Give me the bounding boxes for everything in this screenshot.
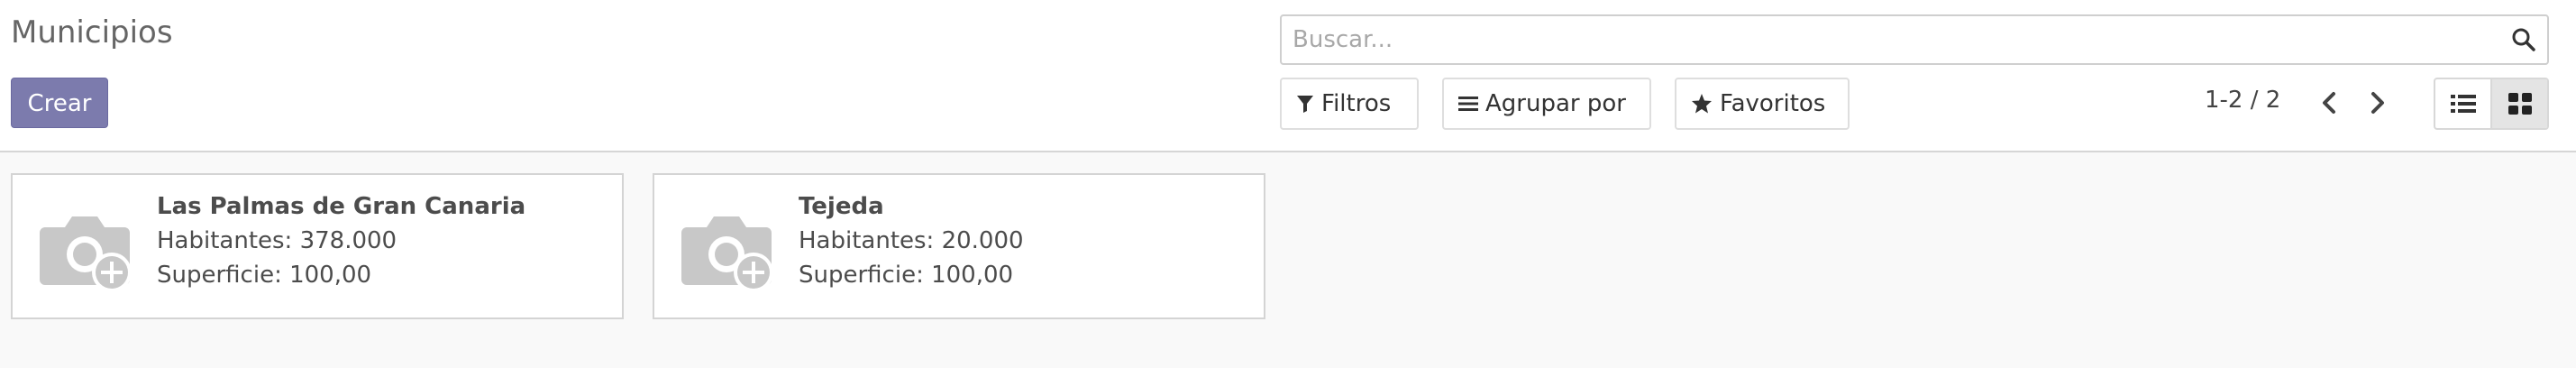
search-icon[interactable] — [2511, 27, 2536, 52]
record-superficie: Superficie: 100,00 — [799, 262, 1014, 289]
page-title: Municipios — [11, 14, 173, 51]
filter-icon — [1297, 96, 1313, 113]
record-name: Las Palmas de Gran Canaria — [157, 193, 526, 220]
favorites-button[interactable]: Favoritos — [1675, 78, 1850, 130]
kanban-view-button[interactable] — [2492, 79, 2547, 128]
kanban-card[interactable]: Tejeda Habitantes: 20.000 Superficie: 10… — [653, 173, 1265, 319]
group-by-button[interactable]: Agrupar por — [1442, 78, 1651, 130]
pager-value[interactable]: 1-2 / 2 — [2205, 87, 2280, 114]
list-view-button[interactable] — [2435, 79, 2492, 128]
record-habitantes: Habitantes: 378.000 — [157, 227, 397, 254]
camera-plus-icon — [681, 216, 773, 292]
create-button[interactable]: Crear — [11, 78, 108, 128]
group-by-label: Agrupar por — [1485, 90, 1626, 117]
camera-plus-icon — [40, 216, 132, 292]
view-switcher — [2434, 78, 2549, 130]
grid-icon — [2507, 93, 2532, 115]
chevron-left-icon[interactable] — [2316, 87, 2343, 119]
favorites-label: Favoritos — [1720, 90, 1826, 117]
record-name: Tejeda — [799, 193, 884, 220]
record-superficie: Superficie: 100,00 — [157, 262, 372, 289]
search-input[interactable] — [1293, 16, 2464, 63]
list-icon — [2450, 95, 2476, 113]
filters-button[interactable]: Filtros — [1280, 78, 1419, 130]
control-panel: Municipios Crear Filtros Agrupar por Fav… — [0, 0, 2576, 152]
bars-icon — [1458, 97, 1478, 111]
filters-label: Filtros — [1321, 90, 1392, 117]
kanban-card[interactable]: Las Palmas de Gran Canaria Habitantes: 3… — [11, 173, 624, 319]
chevron-right-icon[interactable] — [2363, 87, 2390, 119]
search-bar[interactable] — [1280, 14, 2549, 65]
star-icon — [1692, 94, 1712, 114]
record-habitantes: Habitantes: 20.000 — [799, 227, 1024, 254]
